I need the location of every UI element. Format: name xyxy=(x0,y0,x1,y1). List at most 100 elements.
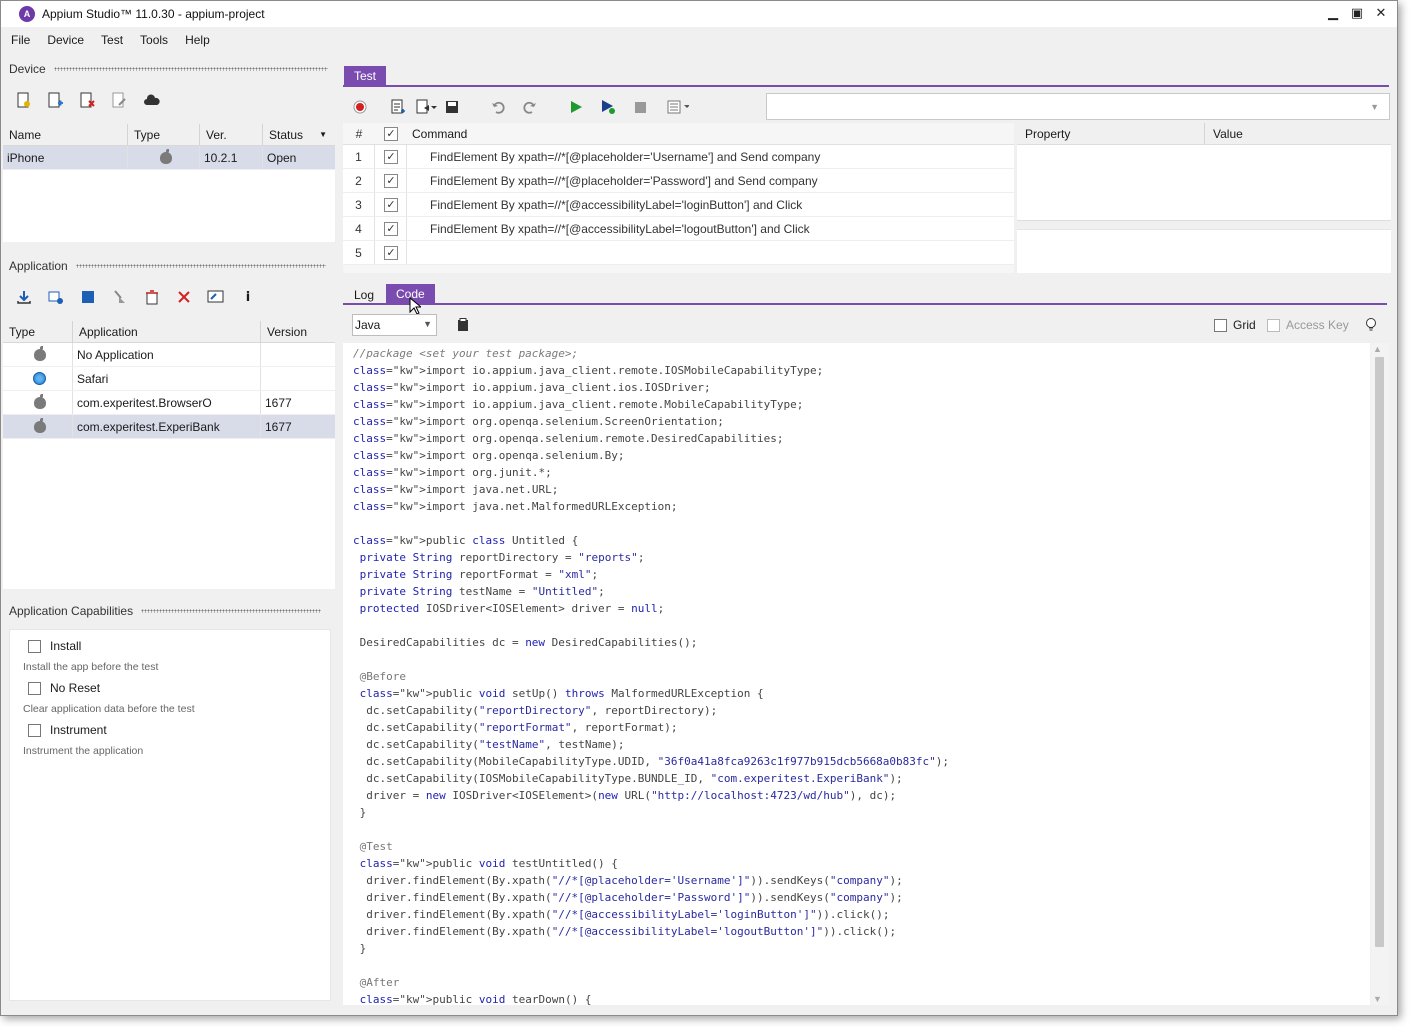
delete-icon[interactable] xyxy=(173,286,195,308)
access-key-label: Access Key xyxy=(1286,318,1349,332)
install-checkbox-row[interactable]: Install xyxy=(28,636,330,656)
add-device-plus-icon[interactable] xyxy=(45,89,67,111)
command-row[interactable]: 3 ✓ FindElement By xpath=//*[@accessibil… xyxy=(343,193,1014,217)
code-line: class="kw">import java.net.MalformedURLE… xyxy=(353,500,678,513)
application-name: No Application xyxy=(73,343,261,366)
save-icon[interactable] xyxy=(441,96,463,118)
code-line: @Before xyxy=(353,670,406,683)
command-checkbox[interactable]: ✓ xyxy=(384,221,398,236)
new-test-icon[interactable] xyxy=(387,96,409,118)
property-panel: Property Value xyxy=(1017,123,1391,273)
application-row[interactable]: Safari xyxy=(3,367,335,391)
command-table: # ✓ Command 1 ✓ FindElement By xpath=//*… xyxy=(343,123,1014,273)
application-row[interactable]: No Application xyxy=(3,343,335,367)
language-select[interactable]: Java ▼ xyxy=(352,314,437,336)
menu-device[interactable]: Device xyxy=(47,33,84,47)
application-table-header: Type Application Version xyxy=(3,321,335,343)
select-all-checkbox[interactable]: ✓ xyxy=(384,126,398,141)
list-options-icon[interactable] xyxy=(667,96,689,118)
scroll-up-icon[interactable]: ▲ xyxy=(1373,344,1382,354)
install-checkbox[interactable] xyxy=(28,639,41,653)
code-editor[interactable]: //package <set your test package>; class=… xyxy=(343,343,1370,1005)
column-application[interactable]: Application xyxy=(73,321,261,342)
code-line: class="kw">import java.net.URL; xyxy=(353,483,559,496)
column-type[interactable]: Type xyxy=(128,124,200,145)
code-scrollbar[interactable]: ▲ ▼ xyxy=(1371,343,1389,1005)
clipboard-icon[interactable] xyxy=(457,318,469,335)
lightbulb-icon[interactable] xyxy=(1365,317,1377,336)
play-icon[interactable] xyxy=(565,96,587,118)
column-version[interactable]: Ver. xyxy=(200,124,263,145)
close-button[interactable]: ✕ xyxy=(1371,4,1391,22)
no-reset-description: Clear application data before the test xyxy=(23,703,195,715)
command-number: 5 xyxy=(343,241,375,264)
access-key-checkbox[interactable] xyxy=(1267,318,1280,332)
menu-tools[interactable]: Tools xyxy=(140,33,168,47)
scroll-down-icon[interactable]: ▼ xyxy=(1373,994,1382,1004)
command-row[interactable]: 4 ✓ FindElement By xpath=//*[@accessibil… xyxy=(343,217,1014,241)
instrument-checkbox-row[interactable]: Instrument xyxy=(28,720,330,740)
device-command-combo[interactable]: ▼ xyxy=(766,93,1390,120)
menu-help[interactable]: Help xyxy=(185,33,210,47)
tab-test[interactable]: Test xyxy=(344,66,387,86)
access-key-checkbox-row[interactable]: Access Key xyxy=(1267,318,1349,332)
command-checkbox[interactable]: ✓ xyxy=(384,149,398,164)
application-table: No Application Safari com.experitest.Bro… xyxy=(3,343,335,589)
code-line: } xyxy=(353,942,367,955)
grid-checkbox[interactable] xyxy=(1214,318,1227,332)
cloud-icon[interactable] xyxy=(141,89,163,111)
stop-test-icon[interactable] xyxy=(629,96,651,118)
command-row[interactable]: 2 ✓ FindElement By xpath=//*[@placeholde… xyxy=(343,169,1014,193)
no-reset-label: No Reset xyxy=(50,681,101,695)
language-value: Java xyxy=(355,318,381,332)
device-row[interactable]: iPhone 10.2.1 Open xyxy=(3,146,335,170)
application-row[interactable]: com.experitest.BrowserO 1677 xyxy=(3,391,335,415)
no-reset-checkbox[interactable] xyxy=(28,681,41,695)
redo-icon[interactable] xyxy=(519,96,541,118)
minimize-button[interactable]: ▁ xyxy=(1323,4,1343,22)
add-device-icon[interactable] xyxy=(13,89,35,111)
open-test-icon[interactable] xyxy=(415,96,437,118)
stop-icon[interactable] xyxy=(77,286,99,308)
command-text xyxy=(406,241,430,264)
grid-checkbox-row[interactable]: Grid xyxy=(1214,318,1256,332)
record-icon[interactable] xyxy=(349,96,371,118)
tab-log[interactable]: Log xyxy=(344,285,384,305)
command-checkbox[interactable]: ✓ xyxy=(384,197,398,212)
command-row[interactable]: 1 ✓ FindElement By xpath=//*[@placeholde… xyxy=(343,145,1014,169)
scroll-thumb[interactable] xyxy=(1375,357,1384,947)
column-property: Property xyxy=(1017,123,1205,144)
remove-device-icon[interactable] xyxy=(77,89,99,111)
code-line: driver = new IOSDriver<IOSElement>(new U… xyxy=(353,789,897,802)
column-status[interactable]: Status ▼ xyxy=(263,124,335,145)
code-line: private String reportFormat = "xml"; xyxy=(359,568,599,581)
code-line: @Test xyxy=(353,840,393,853)
command-checkbox[interactable]: ✓ xyxy=(384,245,398,260)
undo-icon[interactable] xyxy=(487,96,509,118)
edit-device-icon[interactable] xyxy=(109,89,131,111)
maximize-button[interactable]: ▣ xyxy=(1347,4,1367,22)
debug-play-icon[interactable] xyxy=(597,96,619,118)
no-reset-checkbox-row[interactable]: No Reset xyxy=(28,678,330,698)
menu-file[interactable]: File xyxy=(11,33,30,47)
column-type[interactable]: Type xyxy=(3,321,73,342)
command-checkbox[interactable]: ✓ xyxy=(384,173,398,188)
application-row[interactable]: com.experitest.ExperiBank 1677 xyxy=(3,415,335,439)
command-number: 4 xyxy=(343,217,375,240)
install-icon[interactable] xyxy=(13,286,35,308)
instrument-checkbox[interactable] xyxy=(28,723,41,737)
application-version xyxy=(261,367,335,390)
info-icon[interactable]: i xyxy=(237,286,259,308)
chevron-down-icon: ▼ xyxy=(423,319,432,329)
clean-icon[interactable] xyxy=(109,286,131,308)
command-row[interactable]: 5 ✓ xyxy=(343,241,1014,265)
launch-icon[interactable] xyxy=(205,286,227,308)
menu-test[interactable]: Test xyxy=(101,33,123,47)
column-name[interactable]: Name xyxy=(3,124,128,145)
uninstall-icon[interactable] xyxy=(141,286,163,308)
add-application-icon[interactable] xyxy=(45,286,67,308)
code-line: dc.setCapability("reportFormat", reportF… xyxy=(353,721,678,734)
column-version[interactable]: Version xyxy=(261,321,335,342)
device-section-header: Device xyxy=(9,62,328,76)
